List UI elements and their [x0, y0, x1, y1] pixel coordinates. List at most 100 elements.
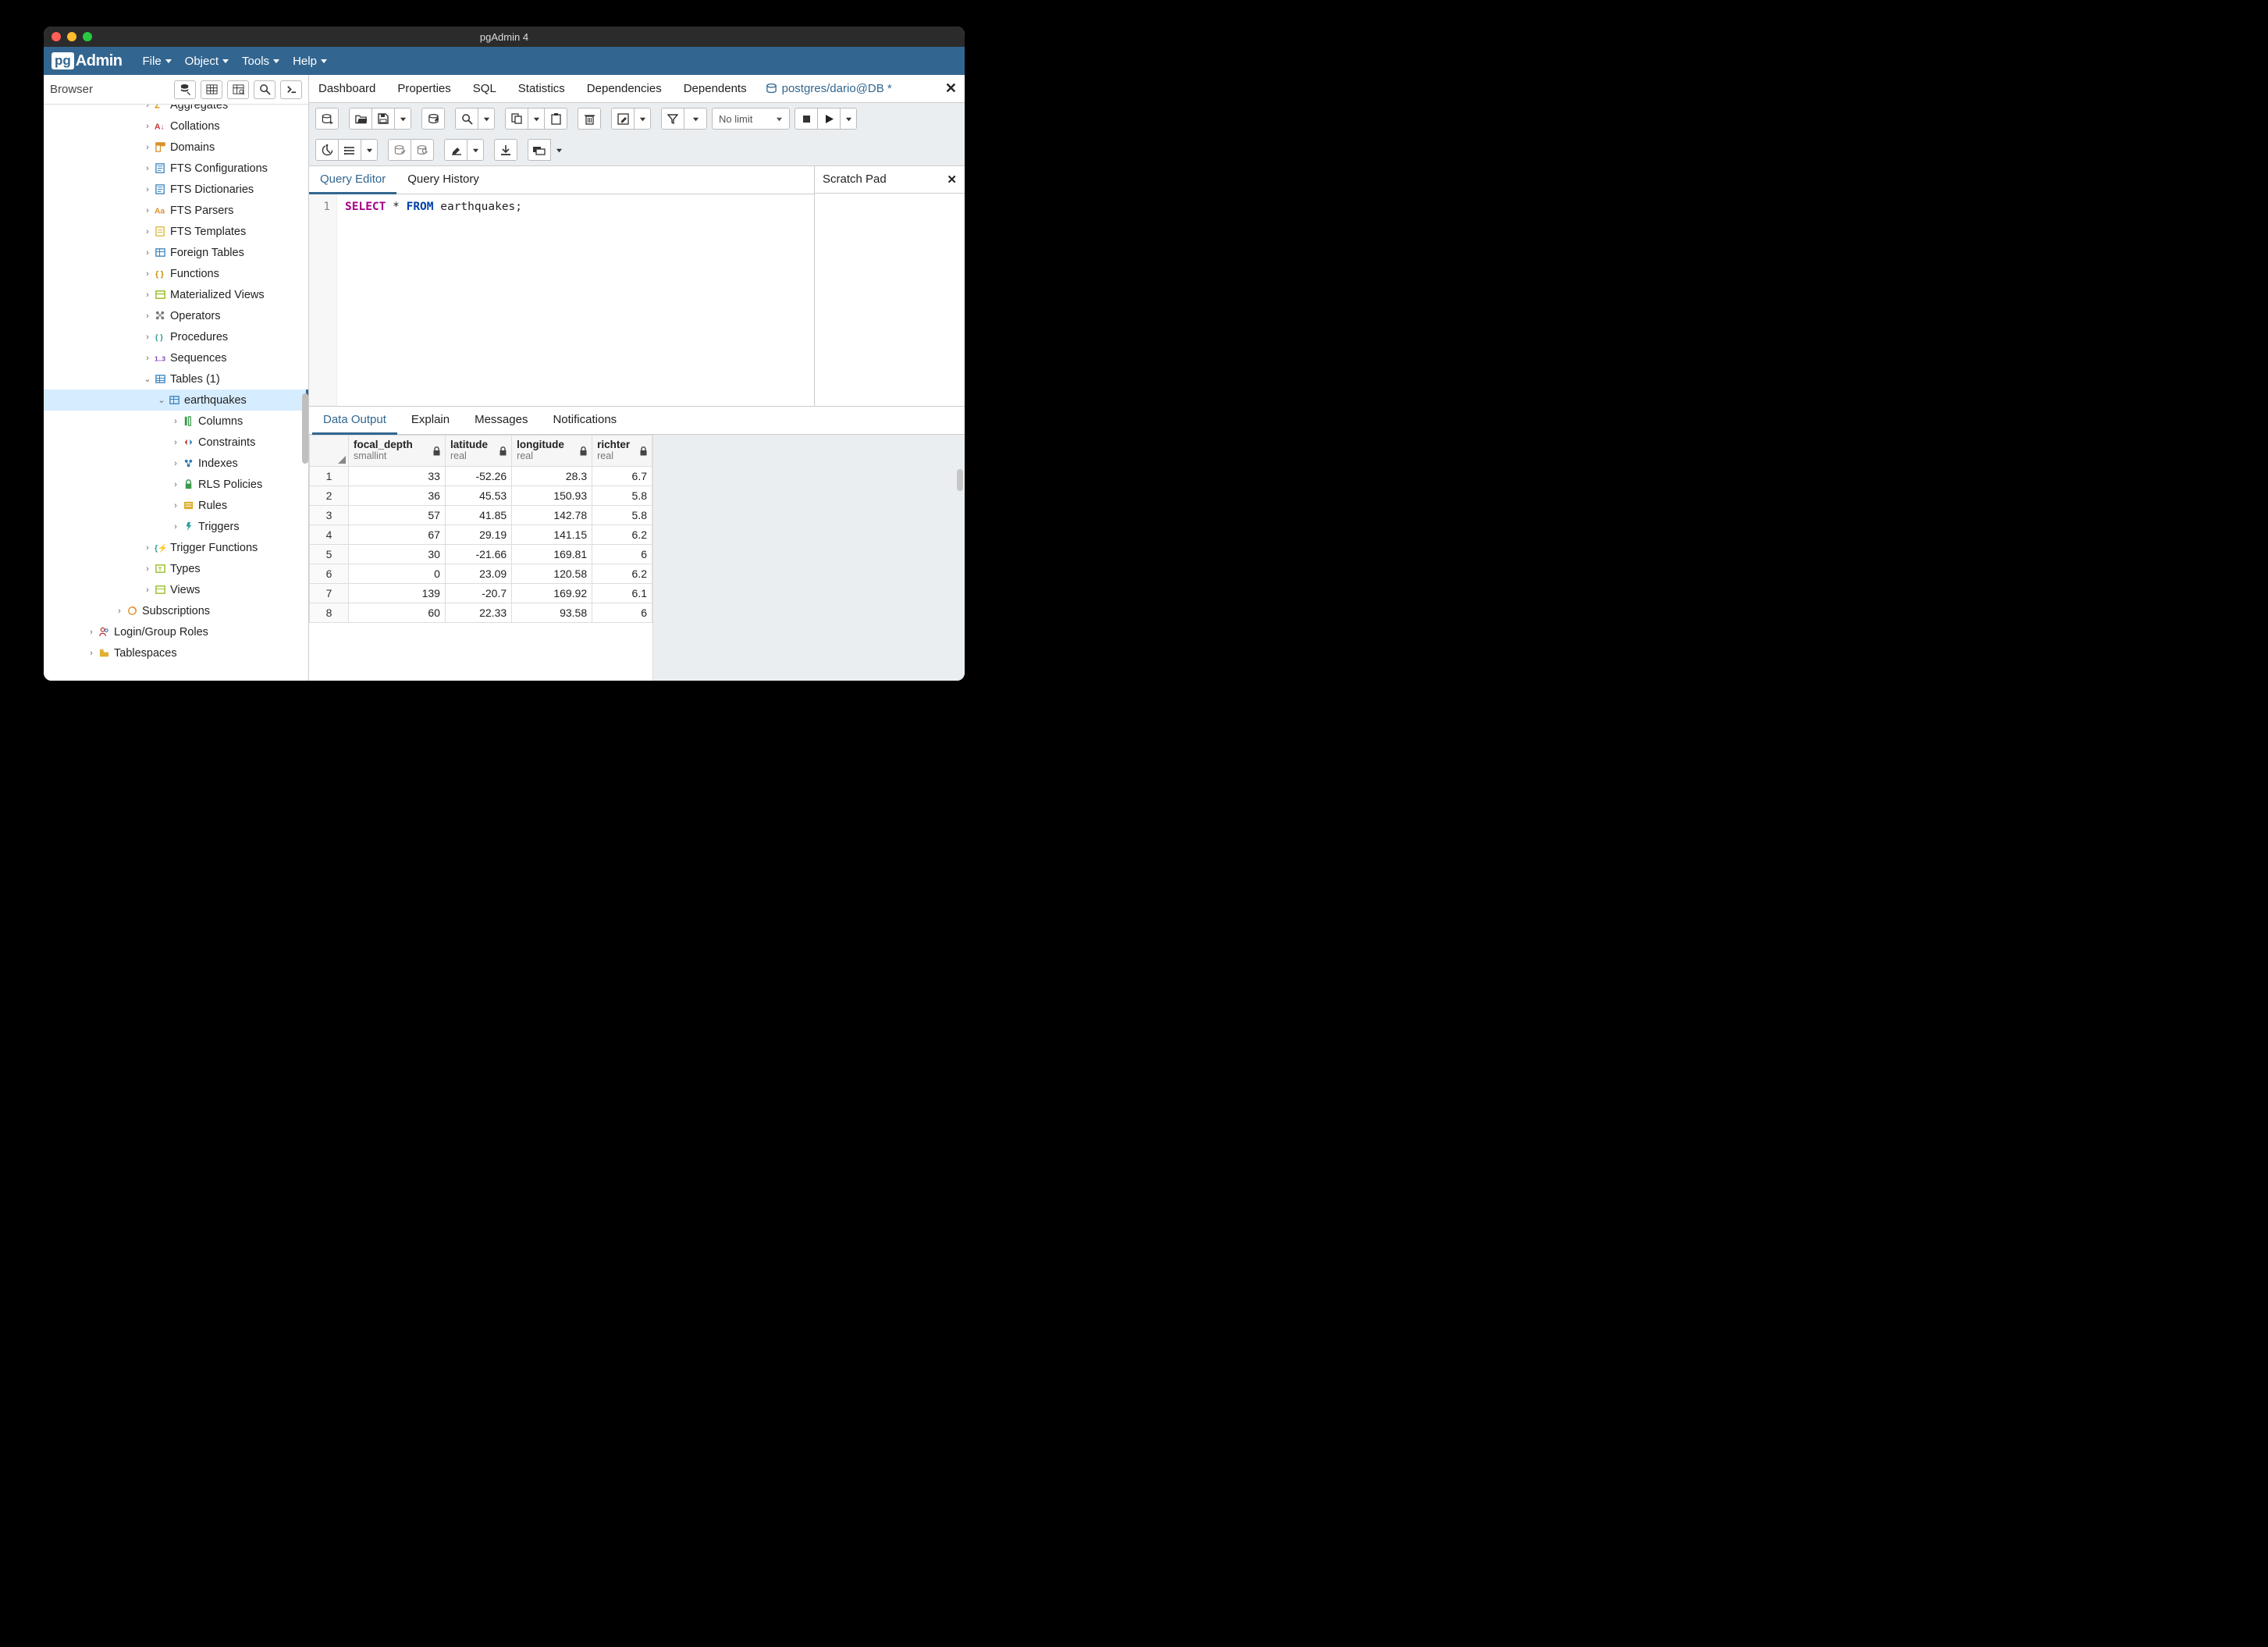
execute-icon[interactable] — [817, 108, 841, 130]
close-window-button[interactable] — [52, 32, 61, 41]
clear-icon[interactable] — [444, 139, 467, 161]
expand-caret-icon[interactable]: › — [86, 649, 97, 658]
data-cell[interactable]: 139 — [349, 584, 446, 603]
save-dropdown[interactable] — [394, 108, 411, 130]
data-cell[interactable]: 22.33 — [445, 603, 511, 623]
expand-caret-icon[interactable]: › — [142, 143, 153, 152]
expand-caret-icon[interactable]: › — [142, 164, 153, 173]
expand-caret-icon[interactable]: › — [142, 311, 153, 321]
filter-dropdown[interactable] — [684, 108, 707, 130]
data-cell[interactable]: 169.92 — [512, 584, 592, 603]
data-cell[interactable]: 23.09 — [445, 564, 511, 584]
data-cell[interactable]: -52.26 — [445, 467, 511, 486]
tab-sql[interactable]: SQL — [471, 77, 498, 100]
edit-dropdown[interactable] — [634, 108, 651, 130]
expand-caret-icon[interactable]: › — [142, 248, 153, 258]
data-cell[interactable]: 41.85 — [445, 506, 511, 525]
data-cell[interactable]: 36 — [349, 486, 446, 506]
tree-node-procedures[interactable]: ›( )Procedures — [44, 326, 308, 347]
tab-messages[interactable]: Messages — [464, 407, 539, 434]
tree-node-sequences[interactable]: ›1..3Sequences — [44, 347, 308, 368]
filter-icon[interactable] — [661, 108, 684, 130]
tree-node-triggers[interactable]: ›Triggers — [44, 516, 308, 537]
grid-scrollbar[interactable] — [957, 469, 963, 491]
copy-dropdown[interactable] — [528, 108, 545, 130]
limit-selector[interactable]: No limit — [712, 108, 790, 130]
sql-editor[interactable]: 1 SELECT * FROM earthquakes; — [309, 194, 814, 406]
table-row[interactable]: 7139-20.7169.926.1 — [310, 584, 652, 603]
expand-caret-icon[interactable]: › — [142, 185, 153, 194]
object-tree[interactable]: ›ΣAggregates›A↓Collations›Domains›FTS Co… — [44, 105, 308, 681]
tree-node-aggregates[interactable]: ›ΣAggregates — [44, 105, 308, 116]
tree-node-foreign-tables[interactable]: ›Foreign Tables — [44, 242, 308, 263]
scratch-content[interactable] — [815, 194, 965, 406]
close-scratch-icon[interactable]: ✕ — [947, 173, 957, 187]
rollback-icon[interactable] — [411, 139, 434, 161]
tree-node-materialized-views[interactable]: ›Materialized Views — [44, 284, 308, 305]
data-cell[interactable]: 141.15 — [512, 525, 592, 545]
tab-query-tool[interactable]: postgres/dario@DB * — [764, 77, 894, 100]
clear-dropdown[interactable] — [467, 139, 484, 161]
execute-dropdown[interactable] — [840, 108, 857, 130]
macros-dropdown[interactable] — [550, 139, 567, 161]
data-cell[interactable]: 5.8 — [592, 486, 652, 506]
search-icon[interactable] — [254, 80, 276, 99]
data-cell[interactable]: 60 — [349, 603, 446, 623]
table-row[interactable]: 46729.19141.156.2 — [310, 525, 652, 545]
stop-icon[interactable] — [795, 108, 818, 130]
expand-caret-icon[interactable]: › — [170, 501, 181, 510]
tree-scrollbar[interactable] — [302, 393, 308, 464]
query-tool-icon[interactable] — [174, 80, 196, 99]
explain-icon[interactable] — [315, 139, 339, 161]
explain-dropdown[interactable] — [361, 139, 378, 161]
expand-caret-icon[interactable]: › — [142, 206, 153, 215]
tab-statistics[interactable]: Statistics — [517, 77, 567, 100]
tree-node-columns[interactable]: ›Columns — [44, 411, 308, 432]
menu-tools[interactable]: Tools — [236, 52, 286, 71]
data-cell[interactable]: 30 — [349, 545, 446, 564]
tab-dependents[interactable]: Dependents — [682, 77, 748, 100]
find-icon[interactable] — [455, 108, 478, 130]
tree-node-constraints[interactable]: ›Constraints — [44, 432, 308, 453]
expand-caret-icon[interactable]: › — [170, 438, 181, 447]
maximize-window-button[interactable] — [83, 32, 92, 41]
data-cell[interactable]: 5.8 — [592, 506, 652, 525]
table-row[interactable]: 133-52.2628.36.7 — [310, 467, 652, 486]
tree-node-rls-policies[interactable]: ›RLS Policies — [44, 474, 308, 495]
download-icon[interactable] — [494, 139, 517, 161]
explain-analyze-icon[interactable] — [338, 139, 361, 161]
delete-icon[interactable] — [578, 108, 601, 130]
tree-node-rules[interactable]: ›Rules — [44, 495, 308, 516]
tab-properties[interactable]: Properties — [396, 77, 452, 100]
data-cell[interactable]: 29.19 — [445, 525, 511, 545]
expand-caret-icon[interactable]: › — [170, 459, 181, 468]
row-number-header[interactable] — [310, 436, 349, 467]
tree-node-fts-configurations[interactable]: ›FTS Configurations — [44, 158, 308, 179]
data-cell[interactable]: -20.7 — [445, 584, 511, 603]
data-cell[interactable]: -21.66 — [445, 545, 511, 564]
tree-node-operators[interactable]: ›Operators — [44, 305, 308, 326]
data-cell[interactable]: 142.78 — [512, 506, 592, 525]
menu-help[interactable]: Help — [286, 52, 334, 71]
tree-node-login-group-roles[interactable]: ›Login/Group Roles — [44, 621, 308, 642]
close-tab-icon[interactable]: ✕ — [945, 80, 957, 97]
table-row[interactable]: 35741.85142.785.8 — [310, 506, 652, 525]
tree-node-functions[interactable]: ›{ }Functions — [44, 263, 308, 284]
data-cell[interactable]: 93.58 — [512, 603, 592, 623]
tab-dependencies[interactable]: Dependencies — [585, 77, 663, 100]
data-cell[interactable]: 33 — [349, 467, 446, 486]
table-row[interactable]: 6023.09120.586.2 — [310, 564, 652, 584]
expand-caret-icon[interactable]: › — [170, 417, 181, 426]
expand-caret-icon[interactable]: › — [86, 628, 97, 637]
open-file-icon[interactable] — [349, 108, 372, 130]
column-header-longitude[interactable]: longitudereal — [512, 436, 592, 467]
column-header-latitude[interactable]: latitudereal — [445, 436, 511, 467]
column-header-richter[interactable]: richterreal — [592, 436, 652, 467]
expand-caret-icon[interactable]: › — [142, 290, 153, 300]
paste-icon[interactable] — [544, 108, 567, 130]
find-dropdown[interactable] — [478, 108, 495, 130]
tree-node-fts-templates[interactable]: ›FTS Templates — [44, 221, 308, 242]
tab-explain[interactable]: Explain — [400, 407, 460, 434]
data-grid[interactable]: focal_depthsmallintlatitudereallongitude… — [309, 435, 652, 623]
data-cell[interactable]: 6.1 — [592, 584, 652, 603]
